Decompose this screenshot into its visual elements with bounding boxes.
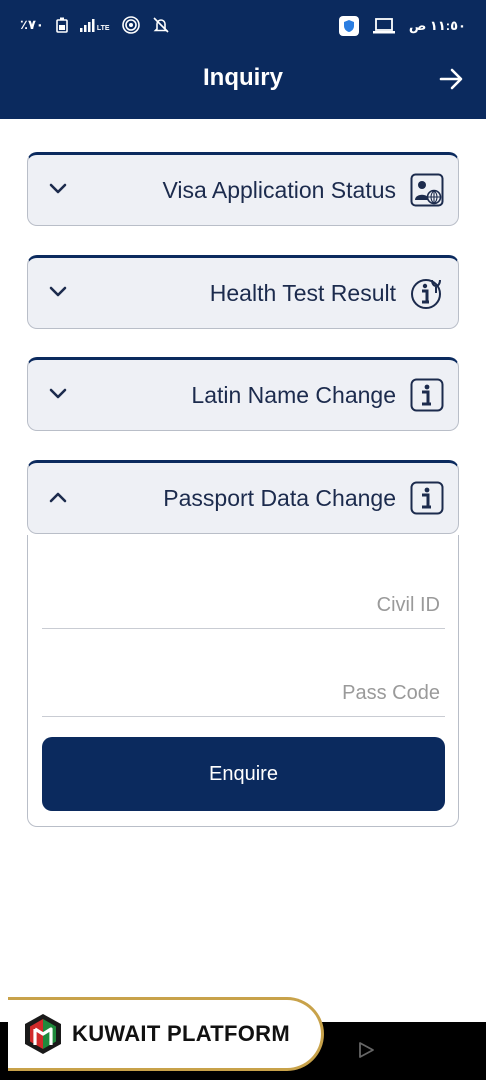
status-left: ٪٧٠ LTE bbox=[20, 16, 170, 34]
kuwait-platform-logo bbox=[25, 1014, 61, 1054]
accordion-label: Latin Name Change bbox=[191, 382, 396, 408]
notifications-off-icon bbox=[152, 17, 169, 33]
chevron-down-icon bbox=[49, 388, 67, 399]
signal-icon: LTE bbox=[79, 18, 110, 32]
battery-level: ٪٧٠ bbox=[20, 17, 44, 32]
civil-id-field-wrapper bbox=[42, 569, 445, 629]
chevron-down-icon bbox=[49, 286, 67, 297]
accordion-label: Health Test Result bbox=[209, 280, 396, 306]
status-right: ١١:٥٠ ص bbox=[338, 16, 466, 36]
signal-type: LTE bbox=[96, 25, 110, 32]
accordion-label: Visa Application Status bbox=[162, 177, 396, 203]
chevron-up-icon bbox=[49, 492, 67, 503]
info-icon bbox=[410, 378, 444, 412]
info-icon bbox=[410, 481, 444, 515]
clock: ١١:٥٠ ص bbox=[408, 18, 466, 33]
accordion-visa-application-status[interactable]: Visa Application Status bbox=[27, 152, 459, 226]
brand-text: KUWAIT PLATFORM bbox=[72, 1021, 290, 1046]
forward-arrow-icon[interactable] bbox=[438, 66, 464, 92]
chevron-down-icon bbox=[49, 183, 67, 194]
vpn-shield-icon bbox=[338, 16, 359, 36]
stethoscope-info-icon bbox=[411, 279, 441, 309]
pass-code-field-wrapper bbox=[42, 657, 445, 717]
brand-banner: KUWAIT PLATFORM bbox=[8, 997, 324, 1071]
accordion-latin-name-change[interactable]: Latin Name Change bbox=[27, 357, 459, 431]
battery-icon bbox=[56, 17, 68, 33]
accordion-passport-data-change[interactable]: Passport Data Change bbox=[27, 460, 459, 534]
accordion-label: Passport Data Change bbox=[163, 485, 396, 511]
hotspot-icon bbox=[121, 16, 140, 34]
status-bar: ٪٧٠ LTE ١١:٥٠ ص bbox=[0, 0, 486, 52]
pass-code-input[interactable] bbox=[42, 657, 445, 716]
app-header: ٪٧٠ LTE ١١:٥٠ ص Inquiry bbox=[0, 0, 486, 119]
civil-id-input[interactable] bbox=[42, 569, 445, 628]
passport-data-form: Enquire bbox=[27, 535, 459, 827]
page-title: Inquiry bbox=[202, 64, 283, 91]
play-back-icon[interactable] bbox=[356, 1040, 376, 1060]
enquire-button[interactable]: Enquire bbox=[42, 737, 445, 811]
visa-globe-icon bbox=[410, 173, 444, 207]
accordion-health-test-result[interactable]: Health Test Result bbox=[27, 255, 459, 329]
laptop-icon bbox=[372, 18, 395, 34]
